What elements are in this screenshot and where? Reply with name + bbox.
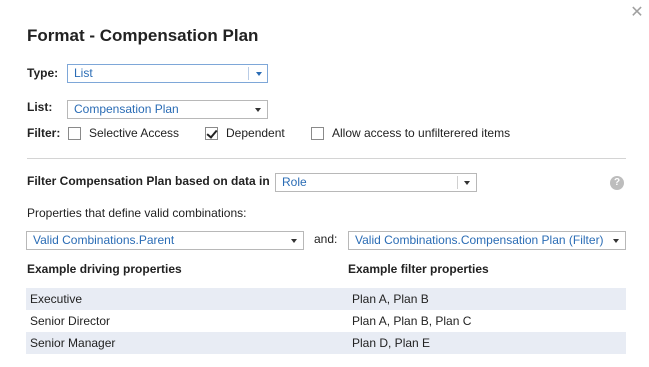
chevron-down-icon [255,108,261,112]
driving-cell: Executive [30,292,83,306]
filter-property-select[interactable]: Valid Combinations.Compensation Plan (Fi… [348,231,626,250]
list-select[interactable]: Compensation Plan [67,100,268,119]
filter-column-header: Example filter properties [348,262,489,276]
selective-access-label: Selective Access [89,126,180,140]
type-select[interactable]: List [67,64,268,83]
list-select-value: Compensation Plan [74,102,179,116]
filter-based-label: Filter Compensation Plan based on data i… [27,174,270,188]
properties-label: Properties that define valid combination… [27,206,247,220]
filter-based-select-value: Role [282,175,307,189]
selective-access-checkbox[interactable] [68,127,81,140]
type-select-divider [248,67,249,80]
help-icon[interactable]: ? [610,176,624,190]
chevron-down-icon [464,181,470,185]
chevron-down-icon [613,239,619,243]
driving-column-header: Example driving properties [27,262,182,276]
filter-cell: Plan A, Plan B [352,292,429,306]
table-row: Senior Manager Plan D, Plan E [26,332,626,354]
allow-unfiltered-label: Allow access to unfilterered items [332,126,511,140]
dialog-title: Format - Compensation Plan [27,26,259,45]
chevron-down-icon [256,72,262,76]
checkmark-icon [206,127,218,139]
table-row: Executive Plan A, Plan B [26,288,626,310]
list-label: List: [27,100,53,114]
close-icon[interactable]: ✕ [630,5,644,21]
allow-unfiltered-checkbox[interactable] [311,127,324,140]
table-row: Senior Director Plan A, Plan B, Plan C [26,310,626,332]
driving-cell: Senior Director [30,314,111,328]
driving-cell: Senior Manager [30,336,116,350]
section-divider [27,158,626,159]
dependent-checkbox[interactable] [205,127,218,140]
driving-property-select[interactable]: Valid Combinations.Parent [26,231,304,250]
filter-property-value: Valid Combinations.Compensation Plan (Fi… [355,233,604,247]
filter-based-select[interactable]: Role [275,173,477,192]
filter-based-select-divider [457,176,458,189]
filter-cell: Plan D, Plan E [352,336,431,350]
driving-property-value: Valid Combinations.Parent [33,233,175,247]
and-label: and: [314,232,338,246]
dependent-label: Dependent [226,126,285,140]
filter-label: Filter: [27,126,61,140]
filter-cell: Plan A, Plan B, Plan C [352,314,472,328]
chevron-down-icon [291,239,297,243]
type-label: Type: [27,66,59,80]
type-select-value: List [74,66,93,80]
